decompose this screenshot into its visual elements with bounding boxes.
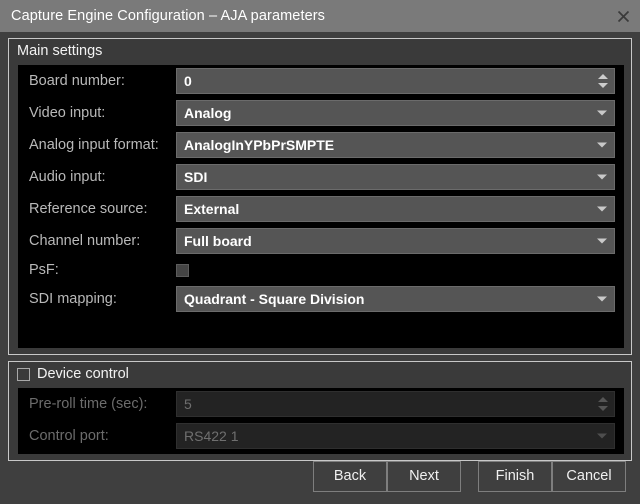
chevron-down-icon bbox=[597, 110, 607, 116]
back-button[interactable]: Back bbox=[313, 460, 387, 492]
label-analog-input-format: Analog input format: bbox=[29, 137, 159, 153]
group-device-control-panel: Pre-roll time (sec): 5 Control port: RS4… bbox=[18, 388, 624, 454]
action-button-group: Finish Cancel bbox=[478, 460, 626, 492]
row-audio-input: Audio input: SDI bbox=[18, 161, 624, 193]
title-bar: Capture Engine Configuration – AJA param… bbox=[0, 0, 640, 32]
combobox-reference-source[interactable]: External bbox=[176, 196, 615, 222]
combobox-audio-input-value: SDI bbox=[184, 169, 208, 185]
label-reference-source: Reference source: bbox=[29, 201, 148, 217]
chevron-down-icon bbox=[597, 433, 607, 439]
spinbox-pre-roll-time[interactable]: 5 bbox=[176, 391, 615, 417]
spinbox-pre-roll-time-value: 5 bbox=[184, 396, 192, 412]
row-pre-roll-time: Pre-roll time (sec): 5 bbox=[18, 388, 624, 420]
checkbox-psf[interactable] bbox=[176, 263, 189, 277]
combobox-sdi-mapping-value: Quadrant - Square Division bbox=[184, 291, 365, 307]
combobox-control-port-value: RS422 1 bbox=[184, 428, 239, 444]
row-video-input: Video input: Analog bbox=[18, 97, 624, 129]
combobox-video-input[interactable]: Analog bbox=[176, 100, 615, 126]
cancel-button[interactable]: Cancel bbox=[552, 460, 626, 492]
group-main-settings-title: Main settings bbox=[9, 39, 631, 64]
row-analog-input-format: Analog input format: AnalogInYPbPrSMPTE bbox=[18, 129, 624, 161]
label-psf: PsF: bbox=[29, 262, 59, 278]
row-psf: PsF: bbox=[18, 257, 624, 283]
combobox-analog-input-format-value: AnalogInYPbPrSMPTE bbox=[184, 137, 335, 153]
chevron-down-icon bbox=[597, 174, 607, 180]
close-icon[interactable] bbox=[606, 0, 640, 32]
combobox-channel-number[interactable]: Full board bbox=[176, 228, 615, 254]
combobox-reference-source-value: External bbox=[184, 201, 240, 217]
group-main-settings: Main settings Board number: 0 Video inpu… bbox=[8, 38, 632, 355]
window-title: Capture Engine Configuration – AJA param… bbox=[11, 8, 326, 24]
nav-button-group: Back Next bbox=[313, 460, 461, 492]
label-channel-number: Channel number: bbox=[29, 233, 141, 249]
checkbox-device-control[interactable] bbox=[17, 368, 30, 381]
dialog-body: Main settings Board number: 0 Video inpu… bbox=[0, 32, 640, 504]
combobox-channel-number-value: Full board bbox=[184, 233, 252, 249]
combobox-analog-input-format[interactable]: AnalogInYPbPrSMPTE bbox=[176, 132, 615, 158]
label-audio-input: Audio input: bbox=[29, 169, 106, 185]
spinbox-board-number[interactable]: 0 bbox=[176, 68, 615, 94]
chevron-down-icon bbox=[597, 238, 607, 244]
row-board-number: Board number: 0 bbox=[18, 65, 624, 97]
label-board-number: Board number: bbox=[29, 73, 125, 89]
spinner-arrows-icon[interactable] bbox=[598, 74, 608, 88]
row-channel-number: Channel number: Full board bbox=[18, 225, 624, 257]
group-device-control-title: Device control bbox=[37, 366, 129, 382]
group-device-control-header: Device control bbox=[9, 362, 631, 387]
label-video-input: Video input: bbox=[29, 105, 106, 121]
row-sdi-mapping: SDI mapping: Quadrant - Square Division bbox=[18, 283, 624, 315]
dialog-footer: Back Next Finish Cancel bbox=[0, 448, 640, 504]
chevron-down-icon bbox=[597, 296, 607, 302]
chevron-down-icon bbox=[597, 206, 607, 212]
finish-button[interactable]: Finish bbox=[478, 460, 552, 492]
group-device-control: Device control Pre-roll time (sec): 5 Co… bbox=[8, 361, 632, 461]
spinbox-board-number-value: 0 bbox=[184, 73, 192, 89]
label-pre-roll-time: Pre-roll time (sec): bbox=[29, 396, 148, 412]
dialog-window: Capture Engine Configuration – AJA param… bbox=[0, 0, 640, 504]
combobox-video-input-value: Analog bbox=[184, 105, 232, 121]
spinner-arrows-icon[interactable] bbox=[598, 397, 608, 411]
next-button[interactable]: Next bbox=[387, 460, 461, 492]
label-sdi-mapping: SDI mapping: bbox=[29, 291, 117, 307]
combobox-audio-input[interactable]: SDI bbox=[176, 164, 615, 190]
group-main-settings-panel: Board number: 0 Video input: Analog Anal… bbox=[18, 65, 624, 348]
combobox-control-port[interactable]: RS422 1 bbox=[176, 423, 615, 449]
combobox-sdi-mapping[interactable]: Quadrant - Square Division bbox=[176, 286, 615, 312]
chevron-down-icon bbox=[597, 142, 607, 148]
psf-checkbox-cell bbox=[176, 263, 615, 277]
row-reference-source: Reference source: External bbox=[18, 193, 624, 225]
label-control-port: Control port: bbox=[29, 428, 109, 444]
